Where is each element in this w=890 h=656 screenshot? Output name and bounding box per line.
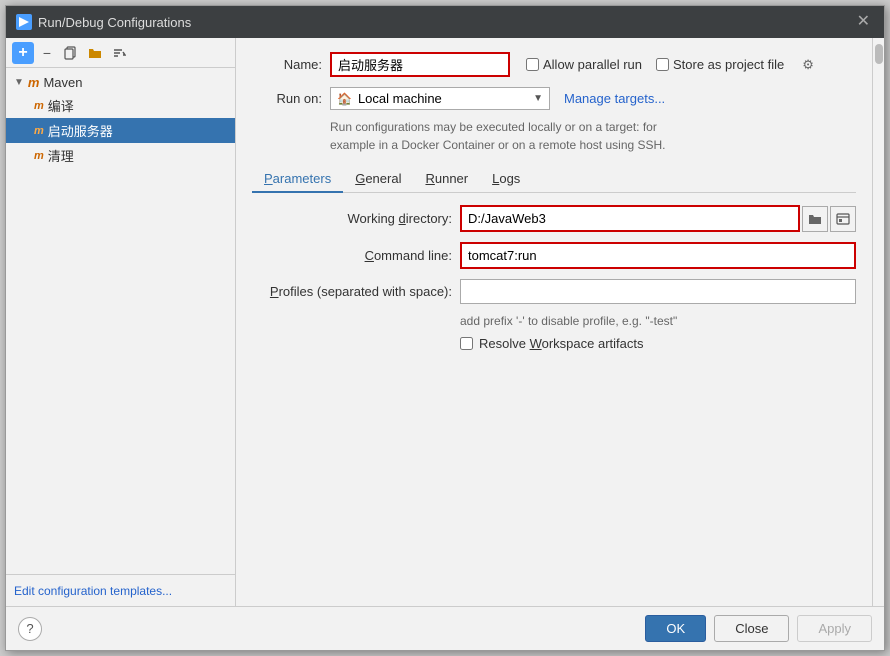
command-line-row: Command line: (252, 242, 856, 269)
tree-item-compile[interactable]: m 编译 (6, 93, 235, 118)
edit-templates-link[interactable]: Edit configuration templates... (14, 584, 172, 598)
copy-config-button[interactable] (60, 42, 82, 64)
tab-general-underline: G (355, 171, 365, 186)
run-on-value: Local machine (358, 91, 527, 106)
profiles-input[interactable] (460, 279, 856, 304)
checkbox-group: Allow parallel run Store as project file… (526, 57, 814, 73)
working-directory-browse-button[interactable] (830, 206, 856, 232)
store-project-checkbox[interactable] (656, 58, 669, 71)
title-bar-left: Run/Debug Configurations (16, 14, 191, 30)
tab-runner-underline: R (425, 171, 434, 186)
command-line-label: Command line: (252, 248, 452, 263)
tree-item-label-selected: 启动服务器 (48, 121, 113, 140)
ok-button[interactable]: OK (645, 615, 706, 642)
dropdown-arrow-icon: ▼ (533, 93, 543, 104)
dialog-title: Run/Debug Configurations (38, 15, 191, 30)
profiles-label: Profiles (separated with space): (252, 284, 452, 299)
resolve-workspace-checkbox[interactable] (460, 337, 473, 350)
tree-item-icon: m (34, 100, 44, 112)
config-tree: ▼ m Maven m 编译 m 启动服务器 m 清理 (6, 68, 235, 574)
remove-config-button[interactable]: − (36, 42, 58, 64)
name-label: Name: (252, 57, 322, 72)
dialog-body: + − (6, 38, 884, 606)
working-directory-label: Working directory: (252, 211, 452, 226)
working-directory-input-group (460, 205, 856, 232)
run-on-row: Run on: 🏠 Local machine ▼ Manage targets… (252, 87, 856, 110)
config-toolbar: + − (6, 38, 235, 68)
tree-item-label-clean: 清理 (48, 146, 74, 165)
allow-parallel-checkbox[interactable] (526, 58, 539, 71)
tree-item-start-server[interactable]: m 启动服务器 (6, 118, 235, 143)
name-input[interactable] (330, 52, 510, 77)
working-directory-input[interactable] (460, 205, 800, 232)
profiles-row: Profiles (separated with space): (252, 279, 856, 304)
gear-icon[interactable]: ⚙ (802, 57, 814, 73)
tab-general[interactable]: General (343, 166, 413, 193)
tab-runner[interactable]: Runner (413, 166, 480, 193)
profiles-hint: add prefix '-' to disable profile, e.g. … (460, 314, 856, 328)
command-line-input[interactable] (460, 242, 856, 269)
working-directory-row: Working directory: (252, 205, 856, 232)
tree-item-icon-selected: m (34, 125, 44, 137)
run-debug-dialog: Run/Debug Configurations ✕ + − (5, 5, 885, 651)
parameters-section: Working directory: (252, 205, 856, 596)
tab-parameters-underline: P (264, 171, 273, 186)
left-panel: + − (6, 38, 236, 606)
footer-buttons: OK Close Apply (645, 615, 872, 642)
run-on-label: Run on: (252, 91, 322, 106)
scrollbar[interactable] (872, 38, 884, 606)
name-row: Name: Allow parallel run Store as projec… (252, 52, 856, 77)
tree-item-label: 编译 (48, 96, 74, 115)
left-panel-footer: Edit configuration templates... (6, 574, 235, 606)
run-on-icon: 🏠 (337, 92, 352, 106)
tree-item-clean[interactable]: m 清理 (6, 143, 235, 168)
dialog-footer: ? OK Close Apply (6, 606, 884, 650)
maven-group-icon: m (28, 75, 40, 90)
folder-config-button[interactable] (84, 42, 106, 64)
working-directory-folder-button[interactable] (802, 206, 828, 232)
resolve-workspace-label[interactable]: Resolve Workspace artifacts (460, 336, 644, 351)
profiles-input-group (460, 279, 856, 304)
sort-config-button[interactable] (108, 42, 130, 64)
close-button[interactable]: ✕ (853, 12, 874, 32)
command-line-input-group (460, 242, 856, 269)
close-dialog-button[interactable]: Close (714, 615, 789, 642)
title-bar: Run/Debug Configurations ✕ (6, 6, 884, 38)
manage-targets-link[interactable]: Manage targets... (564, 91, 665, 106)
store-project-label[interactable]: Store as project file (656, 57, 784, 72)
tree-group-maven[interactable]: ▼ m Maven (6, 72, 235, 93)
scrollbar-thumb[interactable] (875, 44, 883, 64)
help-button[interactable]: ? (18, 617, 42, 641)
resolve-workspace-row: Resolve Workspace artifacts (460, 336, 856, 351)
allow-parallel-label[interactable]: Allow parallel run (526, 57, 642, 72)
apply-button[interactable]: Apply (797, 615, 872, 642)
add-config-button[interactable]: + (12, 42, 34, 64)
tab-parameters[interactable]: Parameters (252, 166, 343, 193)
tree-item-icon-clean: m (34, 150, 44, 162)
info-text: Run configurations may be executed local… (330, 118, 856, 154)
tab-logs[interactable]: Logs (480, 166, 532, 193)
config-tabs: Parameters General Runner Logs (252, 166, 856, 193)
tree-group-label: Maven (43, 75, 82, 90)
right-panel: Name: Allow parallel run Store as projec… (236, 38, 872, 606)
tree-chevron-icon: ▼ (14, 77, 24, 88)
run-on-select[interactable]: 🏠 Local machine ▼ (330, 87, 550, 110)
dialog-icon (16, 14, 32, 30)
